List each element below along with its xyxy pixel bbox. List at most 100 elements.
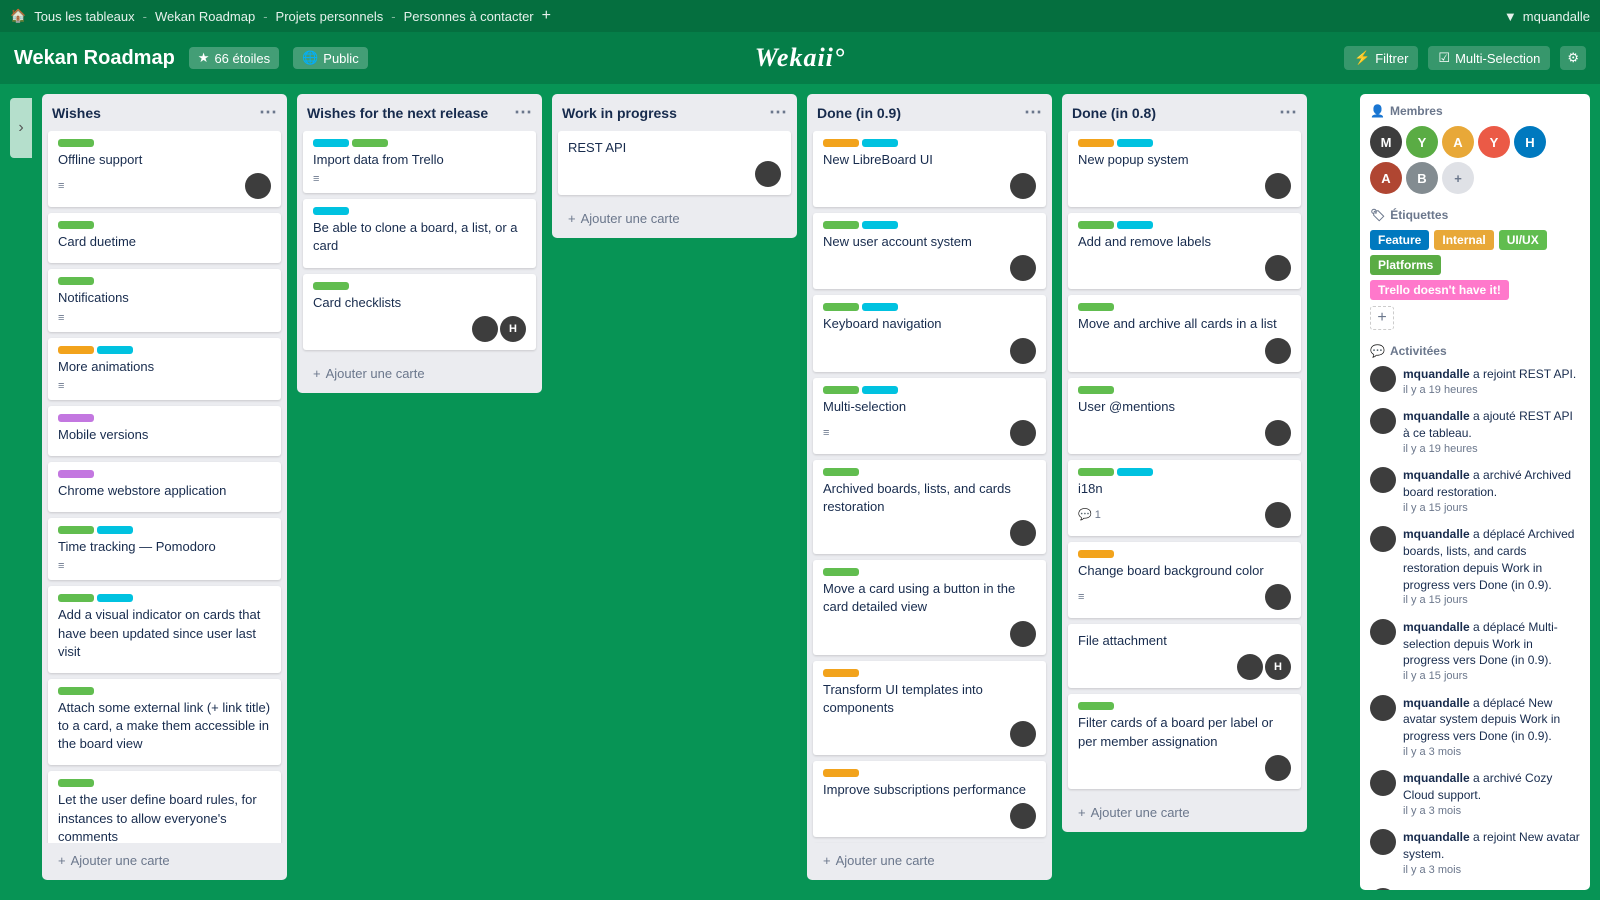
activity-target[interactable]: New [1519, 889, 1542, 890]
visibility-badge[interactable]: 🌐 Public [293, 47, 368, 69]
activity-time: il y a 15 jours [1403, 593, 1580, 608]
card-wishes-8[interactable]: Attach some external link (+ link title)… [48, 679, 281, 766]
tag-3[interactable]: Platforms [1370, 255, 1441, 275]
tag-1[interactable]: Internal [1434, 230, 1493, 250]
card-footer: H [1078, 654, 1291, 680]
card-footer [823, 173, 1036, 199]
member-avatar-b[interactable]: B [1406, 162, 1438, 194]
board-title[interactable]: Wekan Roadmap [14, 47, 175, 70]
list-title: Done (in 0.9) [817, 105, 1024, 121]
add-tag-btn[interactable]: + [1370, 306, 1394, 330]
card-avatar [1010, 803, 1036, 829]
card-done08-4[interactable]: i18n💬 1 [1068, 460, 1301, 536]
label [1117, 468, 1153, 476]
activity-user[interactable]: mquandalle [1403, 468, 1470, 482]
nav-add-icon[interactable]: + [542, 7, 551, 25]
card-wishes-2[interactable]: Notifications≡ [48, 269, 281, 331]
activity-user[interactable]: mquandalle [1403, 889, 1470, 890]
member-avatar-0[interactable]: M [1370, 126, 1402, 158]
label [1117, 139, 1153, 147]
card-title: Add and remove labels [1078, 233, 1291, 251]
card-wishes-5[interactable]: Chrome webstore application [48, 462, 281, 512]
add-card-btn-wishes[interactable]: +Ajouter une carte [48, 847, 281, 874]
activity-user[interactable]: mquandalle [1403, 367, 1470, 381]
add-icon: + [313, 366, 321, 381]
nav-board-name[interactable]: Wekan Roadmap [155, 9, 255, 24]
activity-user[interactable]: mquandalle [1403, 830, 1470, 844]
member-avatar-5[interactable]: A [1370, 162, 1402, 194]
tag-4[interactable]: Trello doesn't have it! [1370, 280, 1509, 300]
card-avatar-wrap [1265, 420, 1291, 446]
activity-item-2: mquandalle a archivé Archived board rest… [1370, 467, 1580, 516]
card-done09-0[interactable]: New LibreBoard UI [813, 131, 1046, 207]
card-done08-3[interactable]: User @mentions [1068, 378, 1301, 454]
activity-target[interactable]: REST API [1519, 409, 1573, 423]
list-menu-icon[interactable]: ⋯ [1024, 102, 1042, 123]
list-menu-icon[interactable]: ⋯ [259, 102, 277, 123]
card-title: Mobile versions [58, 426, 271, 444]
card-done08-1[interactable]: Add and remove labels [1068, 213, 1301, 289]
card-avatars: H [1237, 654, 1291, 680]
card-done09-2[interactable]: Keyboard navigation [813, 295, 1046, 371]
stars-badge[interactable]: ★ 66 étoiles [189, 47, 279, 69]
tag-2[interactable]: UI/UX [1499, 230, 1547, 250]
card-done08-7[interactable]: Filter cards of a board per label or per… [1068, 694, 1301, 788]
card-done09-5[interactable]: Move a card using a button in the card d… [813, 560, 1046, 654]
list-menu-icon[interactable]: ⋯ [514, 102, 532, 123]
add-card-btn-done08[interactable]: +Ajouter une carte [1068, 799, 1301, 826]
activity-user[interactable]: mquandalle [1403, 527, 1470, 541]
card-done08-6[interactable]: File attachmentH [1068, 624, 1301, 688]
nav-contacts[interactable]: Personnes à contacter [404, 9, 534, 24]
member-avatar-3[interactable]: Y [1478, 126, 1510, 158]
add-card-btn-wip[interactable]: +Ajouter une carte [558, 205, 791, 232]
card-done08-0[interactable]: New popup system [1068, 131, 1301, 207]
list-menu-icon[interactable]: ⋯ [769, 102, 787, 123]
card-labels [58, 414, 271, 422]
activity-user[interactable]: mquandalle [1403, 620, 1470, 634]
card-wishes-1[interactable]: Card duetime [48, 213, 281, 263]
card-done08-2[interactable]: Move and archive all cards in a list [1068, 295, 1301, 371]
card-wishes-3[interactable]: More animations≡ [48, 338, 281, 400]
card-wishes-4[interactable]: Mobile versions [48, 406, 281, 456]
member-avatar-2[interactable]: A [1442, 126, 1474, 158]
tag-0[interactable]: Feature [1370, 230, 1429, 250]
card-icon: ≡ [823, 427, 829, 439]
card-wip-0[interactable]: REST API [558, 131, 791, 195]
activity-user[interactable]: mquandalle [1403, 409, 1470, 423]
settings-btn[interactable]: ⚙ [1560, 46, 1586, 70]
activity-text-8: mquandalle a ajouté New. [1403, 888, 1546, 890]
card-wishes-next-2[interactable]: Card checklistsH [303, 274, 536, 350]
card-done09-6[interactable]: Transform UI templates into components [813, 661, 1046, 755]
card-done09-4[interactable]: Archived boards, lists, and cards restor… [813, 460, 1046, 554]
card-wishes-9[interactable]: Let the user define board rules, for ins… [48, 771, 281, 843]
member-avatar-1[interactable]: Y [1406, 126, 1438, 158]
nav-right: ▼ mquandalle [1504, 9, 1590, 24]
nav-all-boards[interactable]: Tous les tableaux [34, 9, 134, 24]
card-wishes-0[interactable]: Offline support≡ [48, 131, 281, 207]
activity-user[interactable]: mquandalle [1403, 696, 1470, 710]
card-done09-1[interactable]: New user account system [813, 213, 1046, 289]
card-wishes-next-0[interactable]: Import data from Trello≡ [303, 131, 536, 193]
card-done09-7[interactable]: Improve subscriptions performance [813, 761, 1046, 837]
activity-text-0: mquandalle a rejoint REST API. il y a 19… [1403, 366, 1576, 398]
nav-user[interactable]: mquandalle [1523, 9, 1590, 24]
member-avatar-4[interactable]: H [1514, 126, 1546, 158]
card-avatar [1265, 584, 1291, 610]
card-wishes-6[interactable]: Time tracking — Pomodoro≡ [48, 518, 281, 580]
card-done09-3[interactable]: Multi-selection≡ [813, 378, 1046, 454]
card-wishes-7[interactable]: Add a visual indicator on cards that hav… [48, 586, 281, 673]
card-wishes-next-1[interactable]: Be able to clone a board, a list, or a c… [303, 199, 536, 267]
activity-user[interactable]: mquandalle [1403, 771, 1470, 785]
activity-target[interactable]: REST API [1519, 367, 1573, 381]
add-member-btn[interactable]: + [1442, 162, 1474, 194]
add-card-btn-wishes-next[interactable]: +Ajouter une carte [303, 360, 536, 387]
multiselect-btn[interactable]: ☑ Multi-Selection [1428, 46, 1550, 70]
add-card-btn-done09[interactable]: +Ajouter une carte [813, 847, 1046, 874]
card-done08-5[interactable]: Change board background color≡ [1068, 542, 1301, 618]
list-menu-icon[interactable]: ⋯ [1279, 102, 1297, 123]
nav-home-icon[interactable]: 🏠 [10, 8, 26, 24]
nav-proj-perso[interactable]: Projets personnels [276, 9, 384, 24]
filter-btn[interactable]: ⚡ Filtrer [1344, 46, 1418, 70]
sidebar-toggle[interactable]: › [10, 98, 32, 158]
label [313, 207, 349, 215]
